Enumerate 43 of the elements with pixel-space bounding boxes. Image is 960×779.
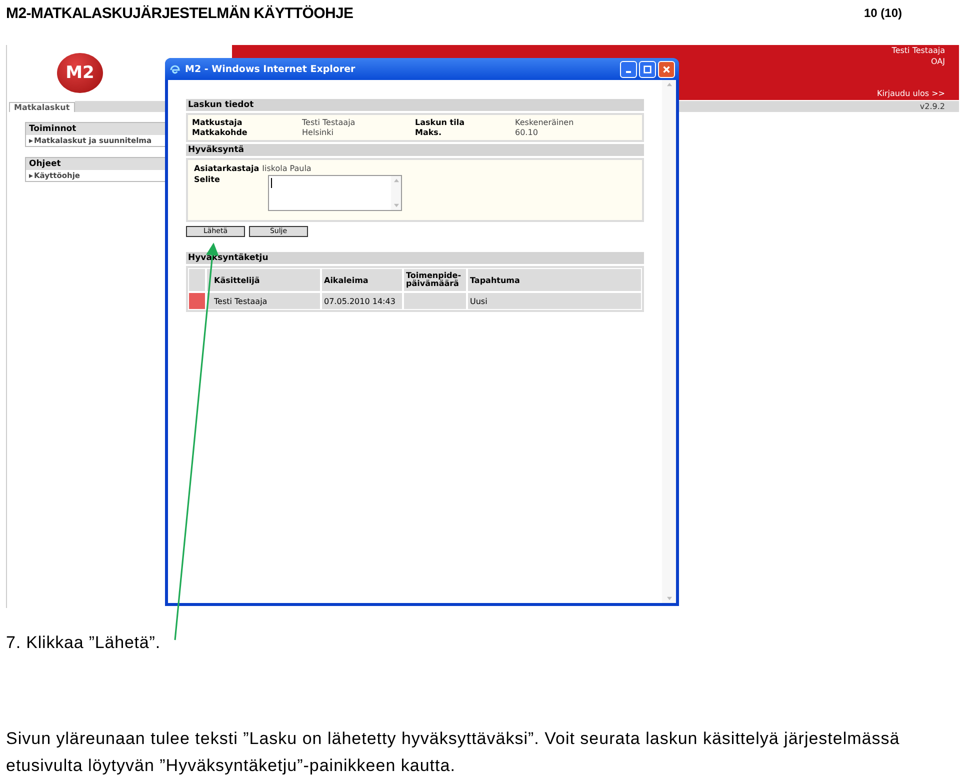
browser-logo-icon bbox=[169, 63, 181, 75]
comment-field[interactable] bbox=[268, 175, 402, 211]
field-value: Keskeneräinen bbox=[515, 118, 575, 127]
field-value: Iiskola Paula bbox=[262, 164, 312, 173]
maximize-icon bbox=[643, 64, 652, 74]
minimize-icon bbox=[626, 71, 631, 73]
document-title: M2-MATKALASKUJÄRJESTELMÄN KÄYTTÖOHJE bbox=[6, 4, 354, 22]
version-text: v2.9.2 bbox=[920, 102, 945, 111]
field-label: Laskun tila bbox=[415, 118, 466, 127]
table-header bbox=[189, 269, 205, 291]
scrollbar[interactable] bbox=[662, 80, 676, 603]
user-name: Testi Testaaja bbox=[892, 45, 945, 56]
instruction-step: 7. Klikkaa ”Lähetä”. bbox=[6, 633, 960, 653]
close-icon bbox=[662, 64, 671, 74]
organization-name: OAJ bbox=[931, 56, 945, 67]
column-header: Aikaleima bbox=[322, 269, 402, 291]
maximize-button[interactable] bbox=[639, 60, 656, 78]
minimize-button[interactable] bbox=[620, 60, 637, 78]
close-button[interactable] bbox=[658, 60, 675, 78]
field-label: Selite bbox=[194, 175, 221, 186]
window-title: M2 - Windows Internet Explorer bbox=[185, 64, 356, 74]
page-number: 10 (10) bbox=[864, 6, 902, 20]
table-cell: Uusi bbox=[468, 293, 641, 309]
logout-link[interactable]: Kirjaudu ulos >> bbox=[877, 89, 945, 98]
empty-table-cell bbox=[404, 293, 466, 309]
section-header: Hyväksyntä bbox=[186, 144, 644, 156]
section-header: Laskun tiedot bbox=[186, 99, 644, 111]
scroll-down-icon[interactable] bbox=[392, 203, 400, 208]
logo: M2 bbox=[57, 52, 103, 92]
field-value: Helsinki bbox=[302, 128, 334, 137]
column-header: Käsittelijä bbox=[207, 269, 320, 291]
column-header: Toimenpide-päivämäärä bbox=[404, 269, 466, 291]
field-value: Testi Testaaja bbox=[302, 118, 356, 127]
instruction-paragraph: Sivun yläreunaan tulee teksti ”Lasku on lähetetty hyväksyttäväksi”. Voit seurata laskun käsittelyä järjestelmässä etusivulta löytyvän ”Hyväksyntäketju”-painikkeen kautta. bbox=[6, 728, 901, 777]
scroll-up-icon[interactable] bbox=[666, 82, 672, 87]
nav-tab[interactable]: Matkalaskut bbox=[9, 102, 75, 112]
scroll-up-icon[interactable] bbox=[392, 178, 400, 183]
field-value: 60.10 bbox=[515, 128, 539, 137]
table-cell: 07.05.2010 14:43 bbox=[322, 293, 402, 309]
table-cell: Testi Testaaja bbox=[207, 293, 320, 309]
field-label: Maks. bbox=[415, 128, 442, 137]
scroll-down-icon[interactable] bbox=[666, 596, 672, 601]
column-header: Tapahtuma bbox=[468, 269, 641, 291]
